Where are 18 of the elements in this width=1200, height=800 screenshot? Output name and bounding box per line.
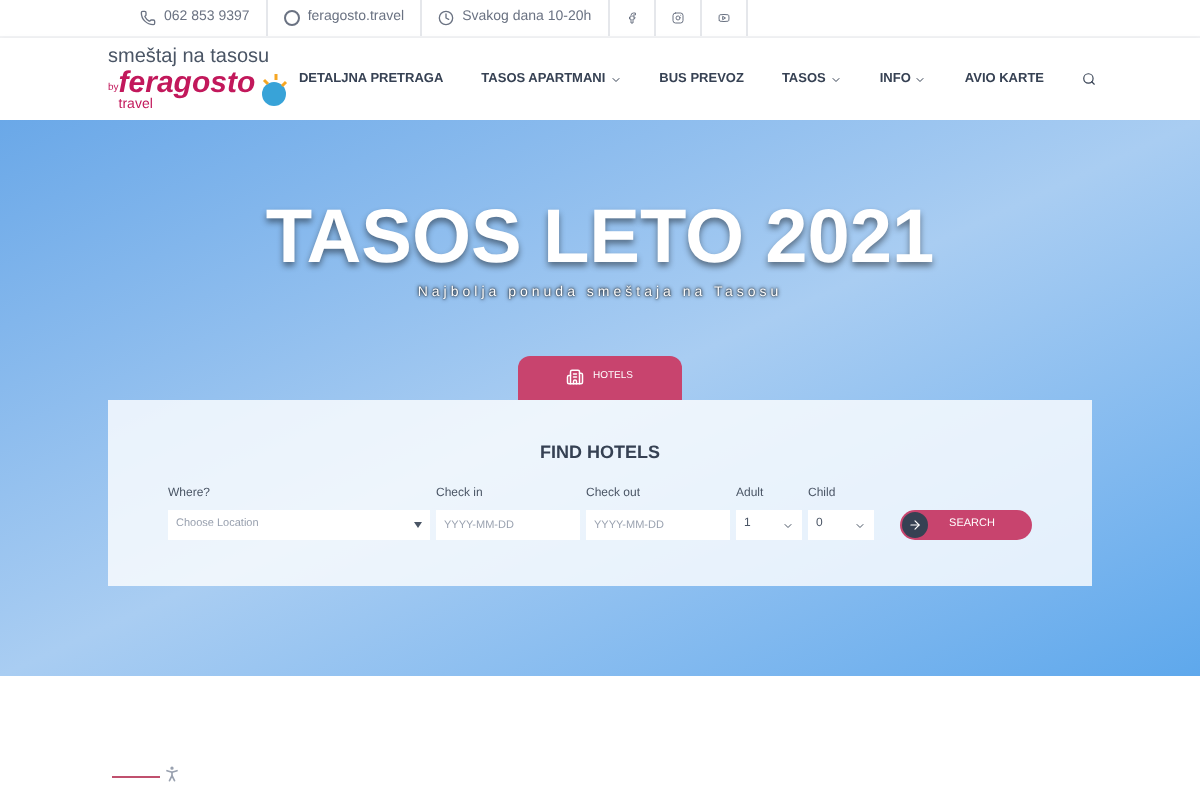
- search-title: FIND HOTELS: [540, 439, 660, 465]
- youtube-icon[interactable]: [717, 12, 730, 24]
- instagram-icon[interactable]: [671, 12, 684, 24]
- search-icon[interactable]: [1082, 72, 1096, 86]
- logo-tagline: smeštaj na tasosu: [108, 47, 272, 67]
- phone-icon: [140, 10, 156, 26]
- building-icon: [566, 368, 585, 386]
- chevron-icon: [609, 73, 622, 85]
- chevron-icon: [914, 73, 927, 85]
- facebook-icon[interactable]: [625, 12, 638, 24]
- caret-icon: [414, 522, 422, 528]
- clock-icon: [438, 10, 455, 26]
- chevron-icon: [829, 73, 842, 85]
- chevron-icon: [854, 519, 866, 531]
- hero-title: TASOS LETO 2021: [265, 200, 935, 276]
- logo-brand[interactable]: feragosto: [118, 67, 256, 97]
- accent-rule: [112, 776, 160, 778]
- chevron-icon: [782, 519, 794, 531]
